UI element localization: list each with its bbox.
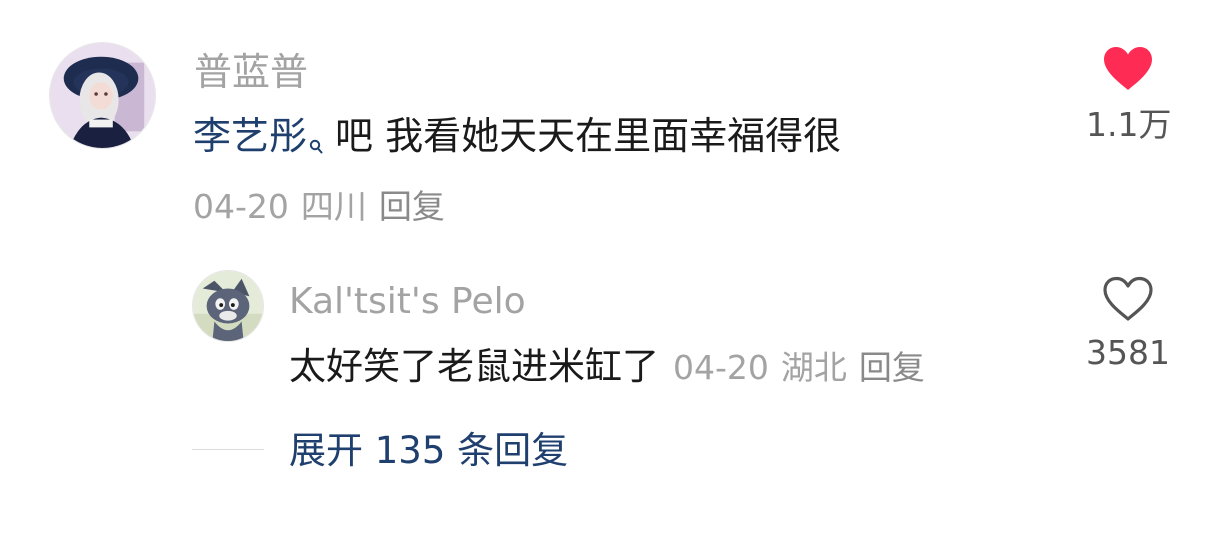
reply-button[interactable]: 回复 bbox=[379, 187, 445, 226]
like-button[interactable]: 3581 bbox=[1084, 276, 1172, 376]
comment-username[interactable]: Kal'tsit's Pelo bbox=[289, 278, 526, 326]
search-icon bbox=[309, 116, 323, 168]
comment-meta: 04-20 四川 回复 bbox=[193, 184, 445, 230]
heart-outline-icon bbox=[1103, 276, 1153, 321]
comment-date: 04-20 bbox=[673, 348, 769, 387]
comment-text: 太好笑了老鼠进米缸了 04-20 湖北 回复 bbox=[289, 342, 925, 393]
comment-text: 李艺彤吧 我看她天天在里面幸福得很 bbox=[193, 110, 841, 168]
heart-filled-icon bbox=[1104, 47, 1152, 90]
cartoon-cat-portrait-icon bbox=[193, 271, 263, 341]
like-count: 3581 bbox=[1086, 333, 1170, 372]
user-avatar[interactable] bbox=[192, 270, 264, 342]
like-count: 1.1万 bbox=[1086, 105, 1172, 144]
gothic-lolita-portrait-icon bbox=[50, 43, 155, 148]
expand-divider bbox=[192, 449, 264, 450]
comment-region: 湖北 bbox=[780, 348, 847, 387]
comment-date: 04-20 bbox=[193, 187, 289, 226]
mention-link[interactable]: 李艺彤 bbox=[193, 114, 307, 158]
comment-body: 吧 我看她天天在里面幸福得很 bbox=[335, 114, 842, 158]
comment-body: 太好笑了老鼠进米缸了 bbox=[289, 345, 659, 388]
comment-region: 四川 bbox=[300, 187, 367, 226]
comment-username[interactable]: 普蓝普 bbox=[194, 46, 308, 98]
like-button[interactable]: 1.1万 bbox=[1086, 46, 1172, 148]
user-avatar[interactable] bbox=[49, 42, 156, 149]
reply-button[interactable]: 回复 bbox=[859, 348, 925, 387]
expand-replies-button[interactable]: 展开 135 条回复 bbox=[289, 426, 568, 476]
